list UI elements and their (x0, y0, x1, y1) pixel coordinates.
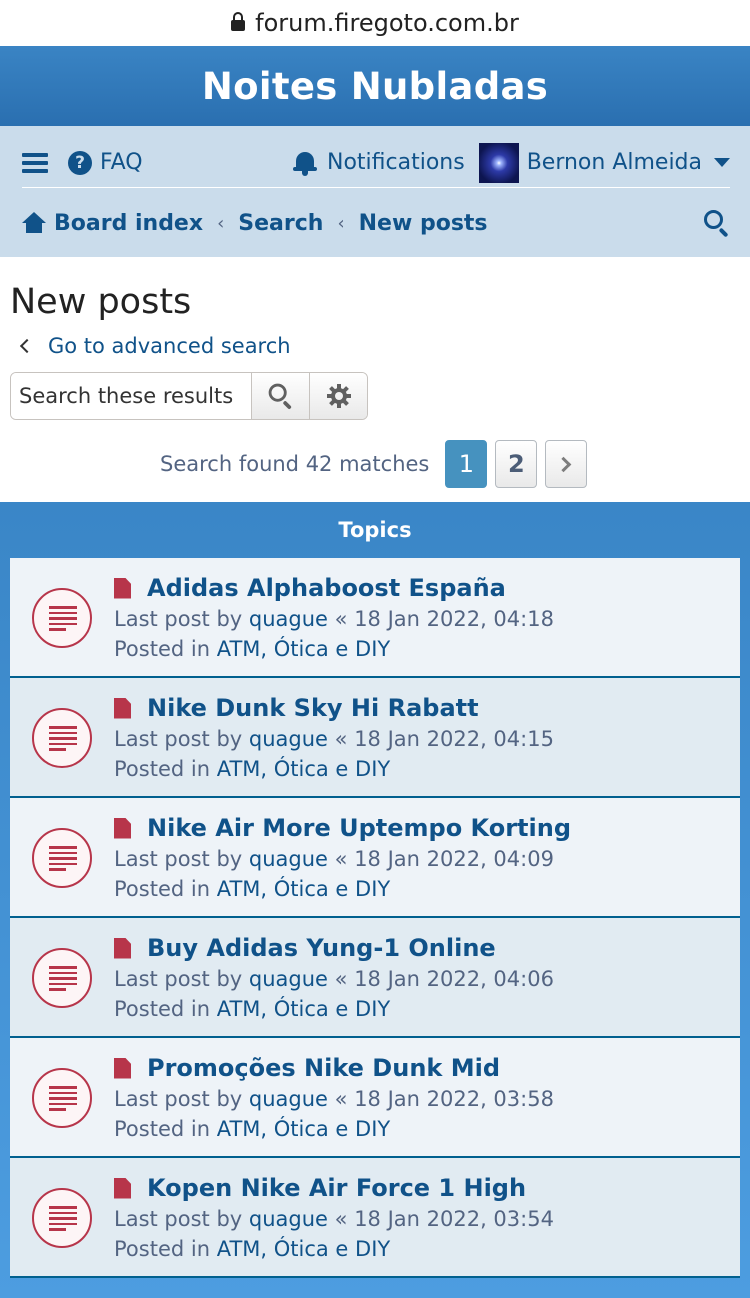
breadcrumb-new-posts[interactable]: New posts (359, 211, 488, 236)
user-menu[interactable]: Bernon Almeida (478, 142, 730, 183)
topic-forum[interactable]: ATM, Ótica e DIY (217, 757, 391, 781)
advanced-search-link[interactable]: Go to advanced search (18, 334, 291, 358)
topic-author[interactable]: quague (249, 1207, 328, 1231)
page-button-1[interactable]: 1 (445, 440, 488, 488)
posted-in-prefix: Posted in (114, 757, 211, 781)
topic-title[interactable]: Adidas Alphaboost España (147, 574, 506, 602)
topic-author[interactable]: quague (249, 847, 328, 871)
file-icon[interactable] (114, 937, 131, 959)
search-button[interactable] (251, 373, 309, 419)
faq-link[interactable]: ? FAQ (68, 150, 143, 175)
topic-forum[interactable]: ATM, Ótica e DIY (217, 1237, 391, 1261)
faq-icon: ? (68, 150, 92, 175)
breadcrumb-separator: ‹ (217, 212, 225, 234)
file-icon[interactable] (114, 817, 131, 839)
posted-in-prefix: Posted in (114, 877, 211, 901)
posted-in-prefix: Posted in (114, 997, 211, 1021)
last-post-prefix: Last post by (114, 967, 243, 991)
search-match-count: Search found 42 matches (160, 452, 430, 476)
file-icon[interactable] (114, 697, 131, 719)
topic-forum[interactable]: ATM, Ótica e DIY (217, 877, 391, 901)
topic-date[interactable]: « 18 Jan 2022, 03:54 (335, 1207, 554, 1231)
site-header: Noites Nubladas (0, 46, 750, 126)
topic-forum[interactable]: ATM, Ótica e DIY (217, 1117, 391, 1141)
topic-author[interactable]: quague (249, 967, 328, 991)
topic-row: Buy Adidas Yung-1 Online Last post by qu… (10, 918, 740, 1038)
url-bar[interactable]: forum.firegoto.com.br (0, 0, 750, 46)
next-page-button[interactable] (545, 440, 588, 488)
topic-unread-icon[interactable] (32, 828, 92, 888)
page-button-2[interactable]: 2 (495, 440, 538, 488)
topic-unread-icon[interactable] (32, 1188, 92, 1248)
url-text: forum.firegoto.com.br (255, 9, 519, 37)
topic-title[interactable]: Nike Dunk Sky Hi Rabatt (147, 694, 479, 722)
pagination: Search found 42 matches 1 2 (160, 440, 588, 488)
posted-in-prefix: Posted in (114, 1237, 211, 1261)
page-title: New posts (10, 282, 192, 322)
topic-title[interactable]: Kopen Nike Air Force 1 High (147, 1174, 526, 1202)
topic-date[interactable]: « 18 Jan 2022, 04:15 (335, 727, 554, 751)
breadcrumb-search[interactable]: Search (238, 211, 323, 236)
topic-row: Nike Dunk Sky Hi Rabatt Last post by qua… (10, 678, 740, 798)
posted-in-prefix: Posted in (114, 637, 211, 661)
caret-down-icon (714, 158, 730, 167)
topic-title[interactable]: Buy Adidas Yung-1 Online (147, 934, 496, 962)
chevron-right-icon (556, 456, 572, 472)
last-post-prefix: Last post by (114, 1207, 243, 1231)
topic-unread-icon[interactable] (32, 948, 92, 1008)
search-results-input[interactable] (11, 373, 251, 419)
topic-date[interactable]: « 18 Jan 2022, 04:09 (335, 847, 554, 871)
topic-row: Promoções Nike Dunk Mid Last post by qua… (10, 1038, 740, 1158)
topic-author[interactable]: quague (249, 607, 328, 631)
last-post-prefix: Last post by (114, 607, 243, 631)
topic-forum[interactable]: ATM, Ótica e DIY (217, 997, 391, 1021)
topic-date[interactable]: « 18 Jan 2022, 04:18 (335, 607, 554, 631)
search-icon (268, 383, 293, 410)
breadcrumb: Board index ‹ Search ‹ New posts (22, 194, 730, 252)
file-icon[interactable] (114, 1177, 131, 1199)
avatar (478, 142, 519, 183)
topic-title[interactable]: Nike Air More Uptempo Korting (147, 814, 571, 842)
chevron-left-icon (19, 338, 35, 354)
topic-row: Adidas Alphaboost España Last post by qu… (10, 558, 740, 678)
site-title[interactable]: Noites Nubladas (202, 65, 548, 108)
topic-row: Kopen Nike Air Force 1 High Last post by… (10, 1158, 740, 1278)
topic-unread-icon[interactable] (32, 1068, 92, 1128)
search-icon[interactable] (704, 210, 730, 238)
topic-unread-icon[interactable] (32, 708, 92, 768)
topic-row: Nike Air More Uptempo Korting Last post … (10, 798, 740, 918)
topics-panel: Topics Adidas Alphaboost España Last pos… (0, 502, 750, 1298)
nav-row-top: ? FAQ Notifications Bernon Almeida (22, 138, 730, 188)
advanced-search-button[interactable] (309, 373, 367, 419)
last-post-prefix: Last post by (114, 847, 243, 871)
last-post-prefix: Last post by (114, 1087, 243, 1111)
topic-author[interactable]: quague (249, 1087, 328, 1111)
faq-label: FAQ (100, 150, 143, 175)
username: Bernon Almeida (526, 150, 702, 175)
home-icon[interactable] (22, 212, 46, 234)
notifications-label: Notifications (326, 150, 465, 175)
breadcrumb-separator: ‹ (337, 212, 345, 234)
topic-date[interactable]: « 18 Jan 2022, 04:06 (335, 967, 554, 991)
advanced-search-label: Go to advanced search (48, 334, 291, 358)
topic-forum[interactable]: ATM, Ótica e DIY (217, 637, 391, 661)
breadcrumb-board-index[interactable]: Board index (54, 211, 203, 236)
hamburger-icon[interactable] (22, 152, 48, 173)
lock-icon (231, 12, 246, 31)
posted-in-prefix: Posted in (114, 1117, 211, 1141)
topic-author[interactable]: quague (249, 727, 328, 751)
search-results-box (10, 372, 368, 420)
navbar: ? FAQ Notifications Bernon Almeida Board… (0, 126, 750, 257)
file-icon[interactable] (114, 577, 131, 599)
topic-title[interactable]: Promoções Nike Dunk Mid (147, 1054, 500, 1082)
topic-date[interactable]: « 18 Jan 2022, 03:58 (335, 1087, 554, 1111)
bell-icon (292, 150, 317, 176)
last-post-prefix: Last post by (114, 727, 243, 751)
topics-header: Topics (338, 518, 412, 542)
file-icon[interactable] (114, 1057, 131, 1079)
gear-icon (326, 384, 351, 408)
topic-unread-icon[interactable] (32, 588, 92, 648)
notifications-link[interactable]: Notifications (292, 150, 465, 176)
